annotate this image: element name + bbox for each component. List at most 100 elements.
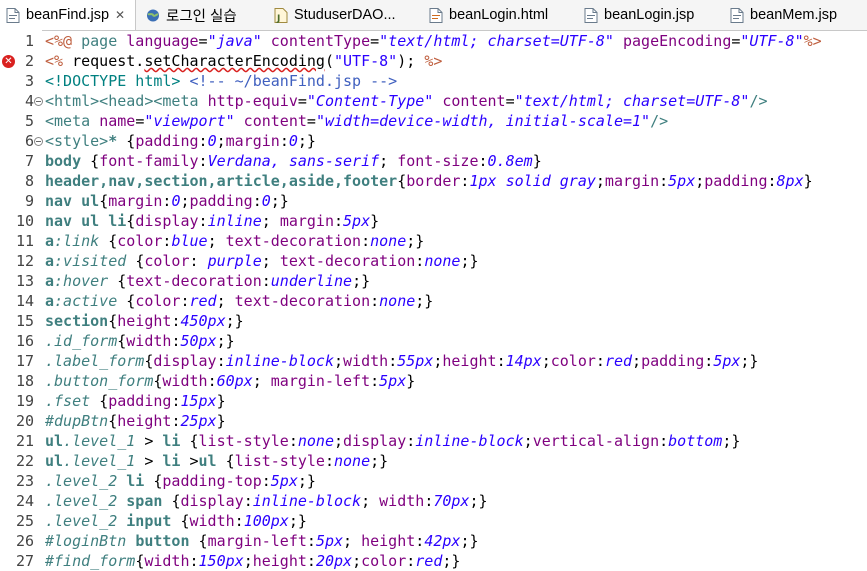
code-line[interactable]: a:active {color:red; text-decoration:non… [45, 291, 433, 311]
code-token: color [144, 252, 190, 270]
code-token: ;} [288, 512, 307, 530]
code-token: padding [135, 132, 199, 150]
code-token: ul [198, 452, 226, 470]
code-token: ;} [460, 532, 479, 550]
code-line[interactable]: .button_form{width:60px; margin-left:5px… [45, 371, 415, 391]
code-token: :hover [54, 272, 118, 290]
code-token: font-family [99, 152, 199, 170]
code-token: /> [650, 112, 669, 130]
code-token: : [261, 272, 271, 290]
code-token: ; [595, 172, 605, 190]
tab-beanlogin-jsp[interactable]: beanLogin.jsp [578, 0, 724, 30]
code-line[interactable]: <meta name="viewport" content="width=dev… [45, 111, 668, 131]
code-token: a [45, 272, 55, 290]
code-line[interactable]: .level_2 span {display:inline-block; wid… [45, 491, 488, 511]
code-token: : [306, 552, 316, 570]
code-line[interactable]: .id_form{width:50px;} [45, 331, 235, 351]
code-token: ; [523, 432, 533, 450]
code-line[interactable]: nav ul li{display:inline; margin:5px} [45, 211, 379, 231]
code-line[interactable]: ul.level_1 > li {list-style:none;display… [45, 431, 740, 451]
code-line[interactable]: .label_form{display:inline-block;width:5… [45, 351, 758, 371]
tab-beanmem-jsp[interactable]: beanMem.jsp [724, 0, 867, 30]
code-token: pageEncoding [613, 32, 732, 50]
code-token: .level_2 [45, 492, 127, 510]
code-token: { [117, 332, 127, 350]
code-token: } [406, 372, 416, 390]
code-token: margin [108, 192, 163, 210]
code-token: #dupBtn [45, 412, 109, 430]
close-icon[interactable]: ✕ [115, 8, 125, 22]
code-token: : [207, 372, 217, 390]
code-line[interactable]: <style>* {padding:0;margin:0;} [45, 131, 316, 151]
code-token: ( [324, 52, 334, 70]
code-token: .level_1 [63, 432, 136, 450]
tab-label: beanLogin.html [449, 7, 549, 23]
code-token: none [424, 252, 461, 270]
code-line[interactable]: <!DOCTYPE html> <!-- ~/beanFind.jsp --> [45, 71, 397, 91]
code-token: text-decoration [225, 232, 362, 250]
code-token: text-decoration [126, 272, 262, 290]
code-token: 60px [216, 372, 253, 390]
code-token: 14px [505, 352, 542, 370]
code-line[interactable]: .level_2 li {padding-top:5px;} [45, 471, 316, 491]
code-token: width [144, 552, 190, 570]
code-line[interactable]: <%@ page language="java" contentType="te… [45, 31, 822, 51]
code-token: 5px [343, 212, 371, 230]
code-line[interactable]: a:hover {text-decoration:underline;} [45, 271, 370, 291]
line-number: 4 [24, 92, 34, 110]
code-line[interactable]: .level_2 input {width:100px;} [45, 511, 307, 531]
code-token: ; [334, 352, 344, 370]
code-token: none [334, 452, 371, 470]
code-line[interactable]: nav ul{margin:0;padding:0;} [45, 191, 289, 211]
code-token: : [198, 212, 208, 230]
code-editor[interactable]: 1 2 ✕ 3 4 5 6 7 8 9 10 11 12 13 14 15 16 17 18 19 20 21 22 23 24… [0, 30, 867, 571]
error-marker-icon[interactable]: ✕ [2, 55, 15, 68]
code-line[interactable]: #dupBtn{height:25px} [45, 411, 226, 431]
code-token: "viewport" [144, 112, 235, 130]
code-line[interactable]: <html><head><meta http-equiv="Content-Ty… [45, 91, 768, 111]
code-token: <!-- ~/beanFind.jsp --> [189, 72, 398, 90]
fold-toggle-icon[interactable] [34, 97, 43, 106]
code-line[interactable]: a:link {color:blue; text-decoration:none… [45, 231, 424, 251]
tab-studuserdao[interactable]: J StuduserDAO... [268, 0, 423, 30]
code-token: <meta [45, 112, 100, 130]
code-token: button [135, 532, 199, 550]
code-token: text-decoration [279, 252, 416, 270]
code-line[interactable]: ul.level_1 > li >ul {list-style:none;} [45, 451, 388, 471]
code-line[interactable]: header,nav,section,article,aside,footer{… [45, 171, 813, 191]
line-number: 26 [15, 532, 34, 550]
code-line[interactable]: a:visited {color: purple; text-decoratio… [45, 251, 479, 271]
code-line[interactable]: body {font-family:Verdana, sans-serif; f… [45, 151, 542, 171]
code-line[interactable]: #find_form{width:150px;height:20px;color… [45, 551, 460, 571]
line-number: 8 [24, 172, 34, 190]
tab-beanfind-jsp[interactable]: beanFind.jsp ✕ [0, 0, 136, 30]
line-number: 17 [15, 352, 34, 370]
code-token: margin-left [207, 532, 307, 550]
line-number: 22 [15, 452, 34, 470]
code-token: span [126, 492, 172, 510]
code-token: height [442, 352, 497, 370]
code-token: purple [207, 252, 262, 270]
code-token: 5px [713, 352, 741, 370]
code-token: <%@ [45, 32, 82, 50]
code-token: : [334, 212, 344, 230]
code-line[interactable]: #loginBtn button {margin-left:5px; heigh… [45, 531, 479, 551]
code-token: ;} [415, 292, 434, 310]
code-token: { [135, 552, 145, 570]
code-line[interactable]: .fset {padding:15px} [45, 391, 226, 411]
code-token: 5px [379, 372, 407, 390]
code-line[interactable]: section{height:450px;} [45, 311, 244, 331]
code-token: = [306, 112, 316, 130]
code-token: : [189, 252, 208, 270]
tab-beanlogin-html[interactable]: beanLogin.html [423, 0, 578, 30]
code-token: : [361, 232, 371, 250]
code-line[interactable]: <% request.setCharacterEncoding("UTF-8")… [45, 51, 442, 71]
code-token: input [126, 512, 181, 530]
code-token: margin [279, 212, 334, 230]
fold-toggle-icon[interactable] [34, 137, 43, 146]
code-token: 0 [207, 132, 217, 150]
tab-[interactable]: 로그인 실습 [140, 0, 268, 30]
code-token: http-equiv [207, 92, 298, 110]
code-token: : [243, 492, 253, 510]
line-number: 10 [15, 212, 34, 230]
